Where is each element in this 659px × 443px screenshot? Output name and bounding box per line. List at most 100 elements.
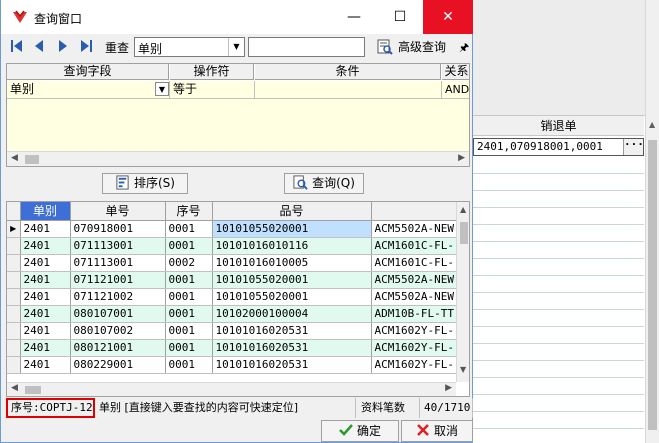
table-row[interactable]: 2401 080107001 0001 10102000100004 ADM10B-FL… bbox=[7, 305, 458, 323]
column-header-doc-type[interactable]: 单别 bbox=[20, 202, 71, 221]
chevron-down-icon[interactable]: ▼ bbox=[228, 38, 244, 56]
requery-label[interactable]: 重查 bbox=[105, 39, 129, 56]
cell-item-no[interactable]: 10101055020001 bbox=[212, 220, 372, 238]
cell-item-no[interactable]: 10101016010116 bbox=[212, 237, 372, 255]
query-button[interactable]: 查询(Q) bbox=[284, 173, 364, 194]
cell-item-name[interactable]: ACM1601C-FL- bbox=[371, 254, 458, 272]
cell-doc-type[interactable]: 2401 bbox=[20, 356, 71, 374]
ok-button[interactable]: 确定 bbox=[321, 420, 399, 442]
query-field-cell[interactable]: 单别 bbox=[7, 81, 170, 99]
cell-seq[interactable]: 0001 bbox=[165, 237, 213, 255]
relation-cell[interactable]: AND bbox=[442, 81, 469, 99]
cell-doc-type[interactable]: 2401 bbox=[20, 288, 71, 306]
field-select[interactable]: 单别 ▼ bbox=[134, 37, 245, 57]
query-grid-scrollbar[interactable]: ◀ ▶ bbox=[7, 151, 469, 166]
cell-doc-no[interactable]: 071113001 bbox=[70, 237, 166, 255]
cell-doc-type[interactable]: 2401 bbox=[20, 254, 71, 272]
query-label: 查询(Q) bbox=[312, 176, 355, 190]
cell-doc-no[interactable]: 071121001 bbox=[70, 271, 166, 289]
cancel-label: 取消 bbox=[433, 424, 458, 438]
cell-seq[interactable]: 0001 bbox=[165, 322, 213, 340]
row-indicator bbox=[7, 356, 21, 374]
table-row[interactable]: 2401 071113001 0002 10101016010005 ACM1601C-… bbox=[7, 254, 458, 272]
close-button[interactable]: ✕ bbox=[423, 0, 473, 34]
record-count-label: 资料笔数 bbox=[358, 398, 420, 418]
result-vertical-scrollbar[interactable]: ▲ ▼ bbox=[456, 202, 469, 382]
cell-seq[interactable]: 0001 bbox=[165, 339, 213, 357]
record-count-value: 40/1710 bbox=[421, 398, 473, 418]
cell-doc-no[interactable]: 080107001 bbox=[70, 305, 166, 323]
cell-doc-type[interactable]: 2401 bbox=[20, 339, 71, 357]
cell-doc-type[interactable]: 2401 bbox=[20, 237, 71, 255]
chevron-down-icon[interactable]: ▼ bbox=[155, 82, 169, 96]
cell-item-no[interactable]: 10101016010005 bbox=[212, 254, 372, 272]
column-header-item-name[interactable] bbox=[371, 202, 458, 221]
cell-doc-type[interactable]: 2401 bbox=[20, 305, 71, 323]
cell-doc-no[interactable]: 070918001 bbox=[70, 220, 166, 238]
background-toolbar-area bbox=[472, 0, 659, 116]
previous-record-icon[interactable] bbox=[31, 38, 47, 54]
ellipsis-button[interactable]: ··· bbox=[623, 139, 644, 155]
background-window: 销退单 2401,070918001,0001 ··· ▲ bbox=[472, 0, 659, 443]
cell-item-name[interactable]: ACM1601C-FL- bbox=[371, 237, 458, 255]
minimize-button[interactable]: — bbox=[331, 0, 377, 34]
cell-item-name[interactable]: ACM1602Y-FL- bbox=[371, 356, 458, 374]
toolbar: 重查 单别 ▼ 高级查询 🖈 bbox=[1, 34, 473, 60]
cell-item-no[interactable]: 10101055020001 bbox=[212, 271, 372, 289]
cell-item-name[interactable]: ACM1602Y-FL- bbox=[371, 322, 458, 340]
table-row[interactable]: 2401 071113001 0001 10101016010116 ACM1601C-… bbox=[7, 237, 458, 255]
background-scrollbar[interactable]: ▲ bbox=[645, 0, 659, 443]
cell-seq[interactable]: 0001 bbox=[165, 288, 213, 306]
last-record-icon[interactable] bbox=[78, 38, 94, 54]
cell-item-name[interactable]: ACM5502A-NEW bbox=[371, 288, 458, 306]
cell-item-no[interactable]: 10101055020001 bbox=[212, 288, 372, 306]
cell-doc-no[interactable]: 080229001 bbox=[70, 356, 166, 374]
result-horizontal-scrollbar[interactable]: ◀ ▶ bbox=[7, 382, 456, 396]
cell-seq[interactable]: 0001 bbox=[165, 356, 213, 374]
cell-doc-no[interactable]: 071113001 bbox=[70, 254, 166, 272]
table-row[interactable]: 2401 071121001 0001 10101055020001 ACM5502A-… bbox=[7, 271, 458, 289]
first-record-icon[interactable] bbox=[9, 38, 25, 54]
cell-seq[interactable]: 0002 bbox=[165, 254, 213, 272]
column-header-doc-no[interactable]: 单号 bbox=[70, 202, 166, 221]
cell-item-no[interactable]: 10101016020531 bbox=[212, 322, 372, 340]
sort-button[interactable]: 排序(S) bbox=[102, 173, 188, 194]
cell-seq[interactable]: 0001 bbox=[165, 305, 213, 323]
background-cell-editor[interactable]: 2401,070918001,0001 ··· bbox=[473, 138, 644, 156]
column-header-item-no[interactable]: 品号 bbox=[212, 202, 372, 221]
table-row[interactable]: 2401 080107002 0001 10101016020531 ACM1602Y-… bbox=[7, 322, 458, 340]
status-hint: 单别 [直接键入要查找的内容可快速定位] bbox=[96, 398, 356, 418]
cell-doc-type[interactable]: 2401 bbox=[20, 322, 71, 340]
cell-seq[interactable]: 0001 bbox=[165, 220, 213, 238]
row-indicator bbox=[7, 322, 21, 340]
maximize-button[interactable]: ☐ bbox=[377, 0, 423, 34]
cell-seq[interactable]: 0001 bbox=[165, 271, 213, 289]
cell-doc-type[interactable]: 2401 bbox=[20, 271, 71, 289]
row-indicator bbox=[7, 288, 21, 306]
cancel-button[interactable]: 取消 bbox=[401, 420, 473, 442]
table-row[interactable]: 2401 080121001 0001 10101016020531 ACM1602Y-… bbox=[7, 339, 458, 357]
column-header-seq[interactable]: 序号 bbox=[165, 202, 213, 221]
cell-item-name[interactable]: ACM5502A-NEW bbox=[371, 271, 458, 289]
cell-doc-no[interactable]: 080107002 bbox=[70, 322, 166, 340]
condition-cell[interactable] bbox=[255, 81, 442, 99]
next-record-icon[interactable] bbox=[55, 38, 71, 54]
table-row[interactable]: 2401 080229001 0001 10101016020531 ACM1602Y-… bbox=[7, 356, 458, 374]
ok-label: 确定 bbox=[356, 424, 381, 438]
table-row[interactable]: ▶ 2401 070918001 0001 10101055020001 ACM5502A… bbox=[7, 220, 458, 238]
cell-item-name[interactable]: ACM5502A-NEW bbox=[371, 220, 458, 238]
operator-cell[interactable]: 等于 bbox=[170, 81, 255, 99]
background-cell-value: 2401,070918001,0001 bbox=[477, 140, 603, 153]
table-row[interactable]: 2401 071121002 0001 10101055020001 ACM5502A-… bbox=[7, 288, 458, 306]
pin-icon[interactable]: 🖈 bbox=[459, 39, 469, 58]
cell-doc-type[interactable]: 2401 bbox=[20, 220, 71, 238]
cell-item-no[interactable]: 10102000100004 bbox=[212, 305, 372, 323]
cell-item-name[interactable]: ADM10B-FL-TT bbox=[371, 305, 458, 323]
result-grid: 单别 单号 序号 品号 ▶ 2401 070918001 0001 1010105502… bbox=[6, 201, 470, 397]
search-input[interactable] bbox=[248, 37, 365, 57]
cell-doc-no[interactable]: 080121001 bbox=[70, 339, 166, 357]
cell-doc-no[interactable]: 071121002 bbox=[70, 288, 166, 306]
cell-item-no[interactable]: 10101016020531 bbox=[212, 356, 372, 374]
cell-item-no[interactable]: 10101016020531 bbox=[212, 339, 372, 357]
cell-item-name[interactable]: ACM1602Y-FL- bbox=[371, 339, 458, 357]
